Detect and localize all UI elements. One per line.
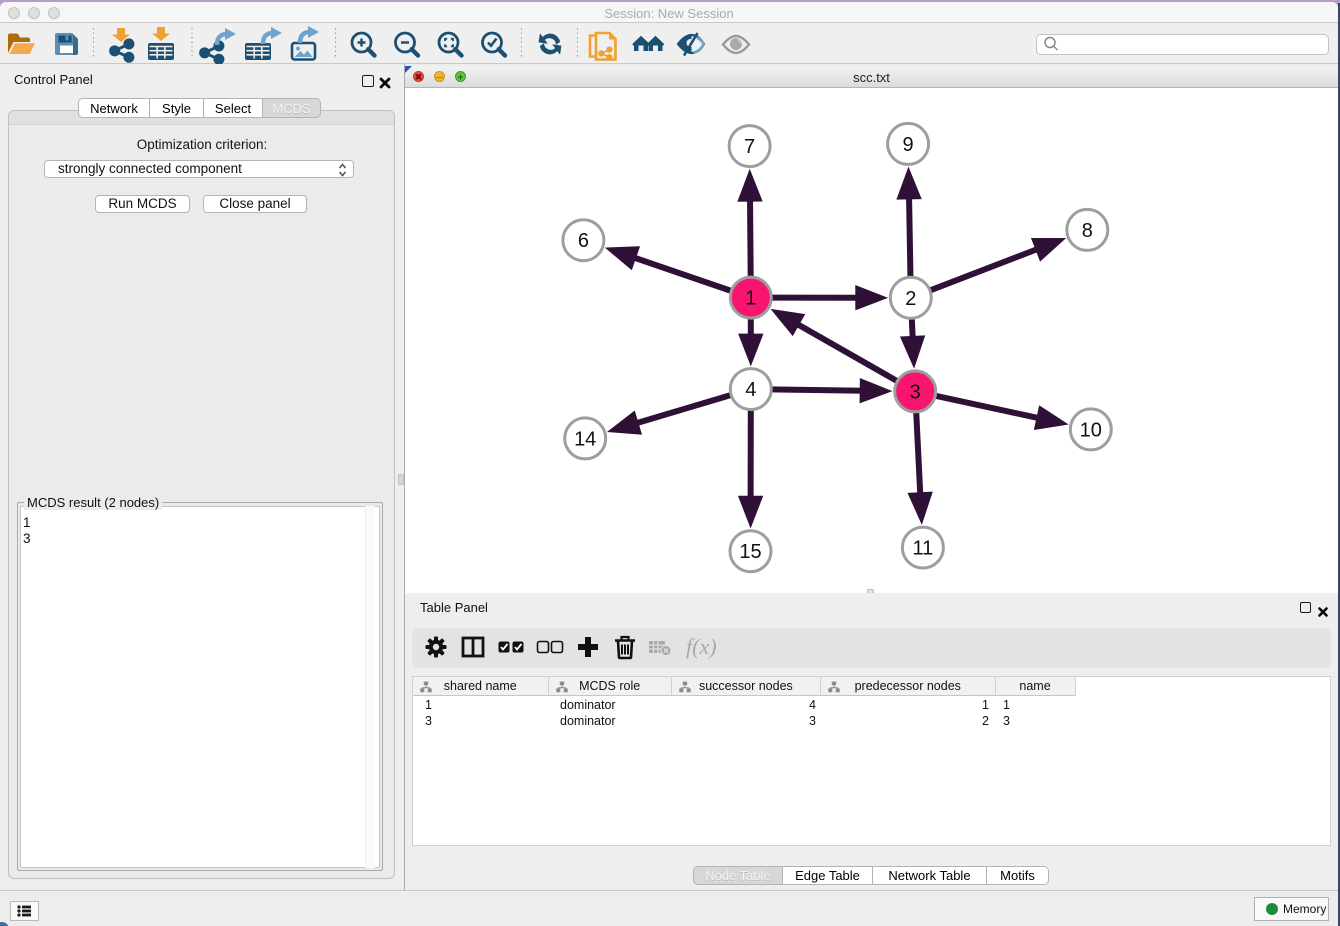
svg-text:15: 15 — [739, 541, 761, 563]
svg-text:3: 3 — [910, 381, 921, 403]
svg-text:11: 11 — [913, 538, 934, 560]
svg-text:7: 7 — [744, 136, 755, 158]
svg-text:f(x): f(x) — [686, 634, 717, 659]
svg-text:14: 14 — [574, 428, 596, 450]
svg-text:8: 8 — [1082, 220, 1093, 242]
svg-text:1: 1 — [745, 288, 756, 310]
svg-text:10: 10 — [1080, 419, 1102, 441]
svg-text:9: 9 — [903, 134, 914, 156]
svg-text:6: 6 — [578, 230, 589, 252]
svg-text:2: 2 — [905, 288, 916, 310]
svg-text:4: 4 — [745, 379, 756, 401]
